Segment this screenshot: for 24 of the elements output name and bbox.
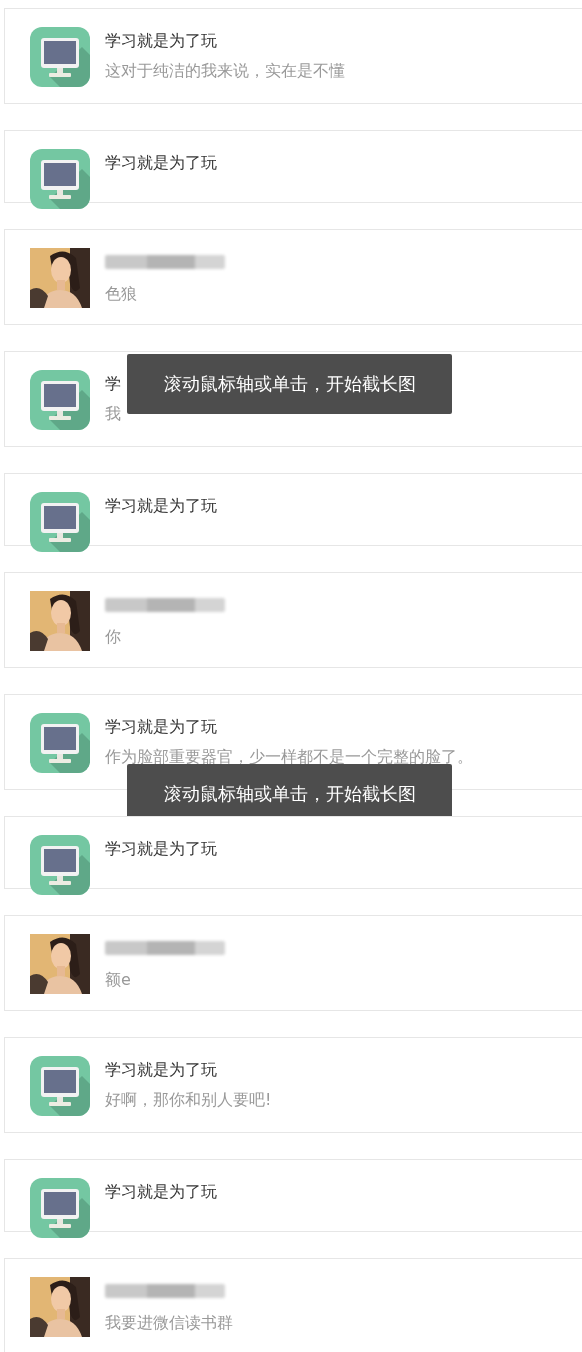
message-preview: 我要进微信读书群 <box>105 1312 233 1334</box>
message-preview: 色狼 <box>105 283 137 305</box>
monitor-icon <box>30 27 90 87</box>
monitor-icon <box>30 149 90 209</box>
monitor-icon <box>30 835 90 895</box>
message-preview: 好啊，那你和别人要吧! <box>105 1089 272 1111</box>
monitor-icon <box>30 1056 90 1116</box>
monitor-icon <box>30 492 90 552</box>
message-preview: 额e <box>105 969 131 991</box>
monitor-icon <box>30 713 90 773</box>
monitor-icon <box>30 370 90 430</box>
chat-title: 学习就是为了玩 <box>105 1181 217 1203</box>
message-preview: 你 <box>105 626 121 648</box>
message-preview: 这对于纯洁的我来说，实在是不懂 <box>105 60 345 82</box>
chat-title: 学习就是为了玩 <box>105 1059 217 1081</box>
chat-title: 学习就是为了玩 <box>105 838 217 860</box>
monitor-icon <box>30 1178 90 1238</box>
message-preview: 我 <box>105 403 121 425</box>
tooltip: 滚动鼠标轴或单击，开始截长图 <box>127 354 452 414</box>
chat-title: 学习就是为了玩 <box>105 30 217 52</box>
chat-title: 学习就是为了玩 <box>105 716 217 738</box>
chat-title: 学 <box>105 373 121 395</box>
chat-title: 学习就是为了玩 <box>105 495 217 517</box>
chat-title: 学习就是为了玩 <box>105 152 217 174</box>
